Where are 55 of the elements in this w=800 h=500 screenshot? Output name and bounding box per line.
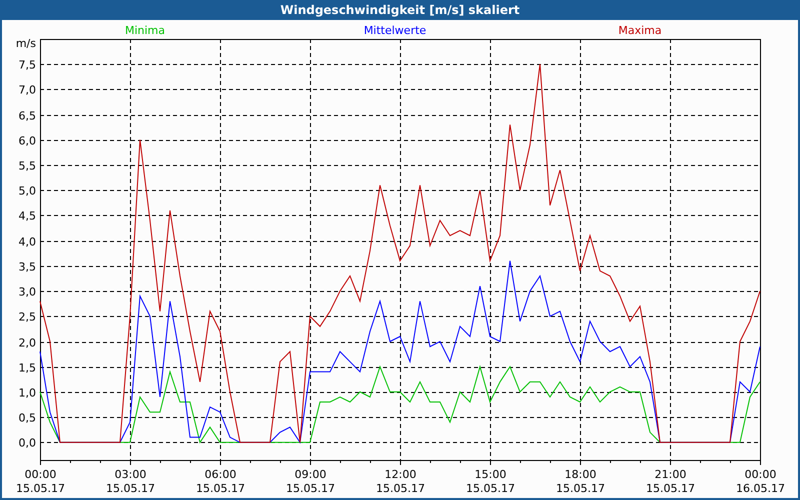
x-tick-label: 06:00 15.05.17	[196, 468, 245, 495]
y-tick-label: 0,5	[18, 412, 36, 424]
y-tick-label: 7,5	[18, 58, 36, 72]
tick-mark	[70, 460, 71, 464]
tick-mark	[490, 460, 491, 466]
window-title: Windgeschwindigkeit [m/s] skaliert	[280, 4, 520, 16]
legend-label: Maxima	[618, 24, 662, 37]
tick-mark	[40, 460, 41, 466]
tick-mark	[280, 460, 281, 464]
y-tick-label: 4,5	[18, 210, 36, 222]
y-tick-label: 0,0	[18, 436, 36, 450]
x-tick-label: 12:00 15.05.17	[376, 468, 425, 495]
tick-mark	[730, 460, 731, 464]
y-tick-label: 3,5	[18, 260, 36, 274]
y-tick-label: 7,0	[18, 84, 36, 96]
tick-mark	[220, 460, 221, 466]
y-tick-label: 2,5	[18, 310, 36, 324]
x-tick-label: 18:00 15.05.17	[556, 468, 605, 495]
tick-mark	[670, 460, 671, 466]
tick-mark	[130, 460, 131, 466]
tick-mark	[460, 460, 461, 464]
x-tick-label: 03:00 15.05.17	[106, 468, 155, 495]
tick-mark	[370, 460, 371, 464]
legend-label: Mittelwerte	[364, 24, 426, 37]
tick-mark	[520, 460, 521, 464]
y-tick-label: 6,0	[18, 134, 36, 148]
y-tick-label: 5,0	[18, 184, 36, 198]
x-tick-label: 09:00 15.05.17	[286, 468, 335, 495]
y-tick-label: 1,5	[18, 362, 36, 374]
y-tick-label: 5,5	[18, 160, 36, 172]
tick-mark	[160, 460, 161, 464]
y-tick-label: 6,5	[18, 110, 36, 122]
y-axis-label: m/s	[16, 37, 36, 50]
y-tick-label: 2,0	[18, 336, 36, 350]
tick-mark	[640, 460, 641, 464]
tick-mark	[340, 460, 341, 464]
tick-mark	[580, 460, 581, 466]
y-tick-label: 4,0	[18, 236, 36, 248]
tick-mark	[310, 460, 311, 466]
y-tick-label: 3,0	[18, 286, 36, 298]
tick-mark	[760, 460, 761, 466]
tick-mark	[550, 460, 551, 464]
tick-mark	[430, 460, 431, 464]
tick-mark	[250, 460, 251, 464]
legend-label: Minima	[124, 24, 166, 37]
tick-mark	[400, 460, 401, 466]
tick-mark	[190, 460, 191, 464]
x-tick-label: 15:00 15.05.17	[466, 468, 515, 495]
tick-mark	[100, 460, 101, 464]
tick-mark	[610, 460, 611, 464]
x-tick-label: 00:00 15.05.17	[16, 468, 65, 495]
x-tick-label: 21:00 15.05.17	[646, 468, 695, 495]
x-tick-label: 00:00 16.05.17	[736, 468, 785, 495]
y-tick-label: 1,0	[18, 386, 36, 400]
tick-mark	[700, 460, 701, 464]
